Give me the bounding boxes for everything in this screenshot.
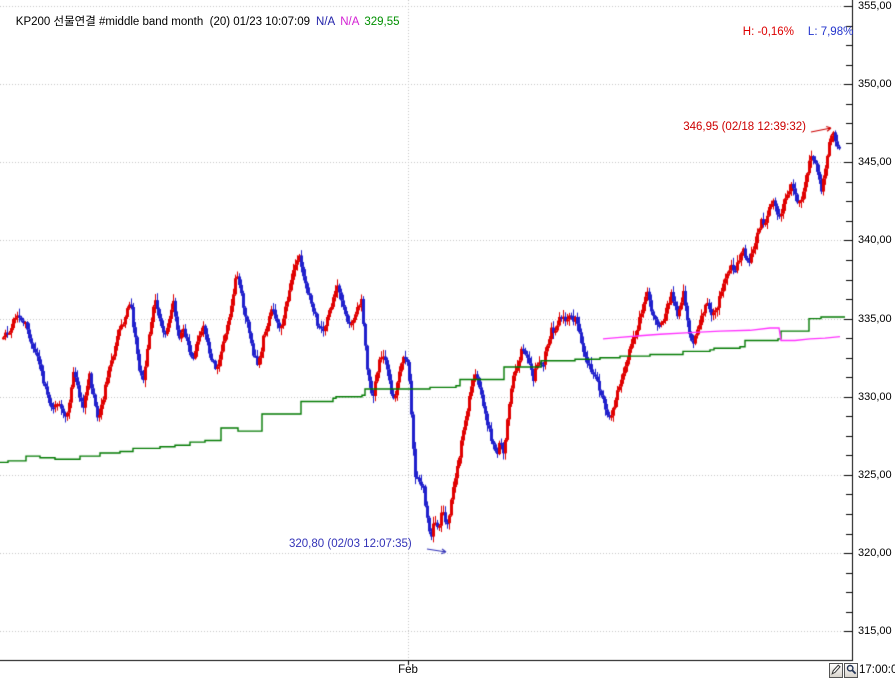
y-axis-label: 345,00 [858, 156, 892, 168]
x-axis-label-feb: Feb [393, 664, 423, 676]
time-label: 17:00:00 [859, 664, 895, 678]
magnifier-icon [846, 663, 857, 678]
high-percent-label: H: -0,16% [743, 26, 794, 38]
low-percent-label: L: 7,98% [808, 26, 853, 38]
annotation-low: 320,80 (02/03 12:07:35) [289, 538, 412, 550]
annotation-high: 346,95 (02/18 12:39:32) [683, 121, 806, 133]
header-na-blue: N/A [316, 16, 335, 28]
chart-window: KP200 선물연결 #middle band month (20) 01/23… [0, 0, 895, 681]
y-axis-label: 320,00 [858, 547, 892, 559]
chart-header: KP200 선물연결 #middle band month (20) 01/23… [3, 1, 400, 41]
y-axis-label: 335,00 [858, 313, 892, 325]
header-na-magenta: N/A [340, 16, 359, 28]
y-axis-label: 325,00 [858, 469, 892, 481]
y-axis-label: 350,00 [858, 78, 892, 90]
y-axis-label: 340,00 [858, 234, 892, 246]
header-last-value: 329,55 [364, 16, 399, 28]
draw-tool-button[interactable] [829, 663, 843, 678]
y-axis-label: 355,00 [858, 0, 892, 12]
high-low-stats: H: -0,16% L: 7,98% [730, 14, 853, 50]
price-chart-canvas[interactable] [0, 0, 895, 681]
y-axis-label: 315,00 [858, 625, 892, 637]
pencil-icon [831, 663, 841, 678]
instrument-title: KP200 선물연결 #middle band month (20) 01/23… [16, 16, 310, 28]
zoom-tool-button[interactable] [844, 663, 858, 678]
y-axis-label: 330,00 [858, 391, 892, 403]
